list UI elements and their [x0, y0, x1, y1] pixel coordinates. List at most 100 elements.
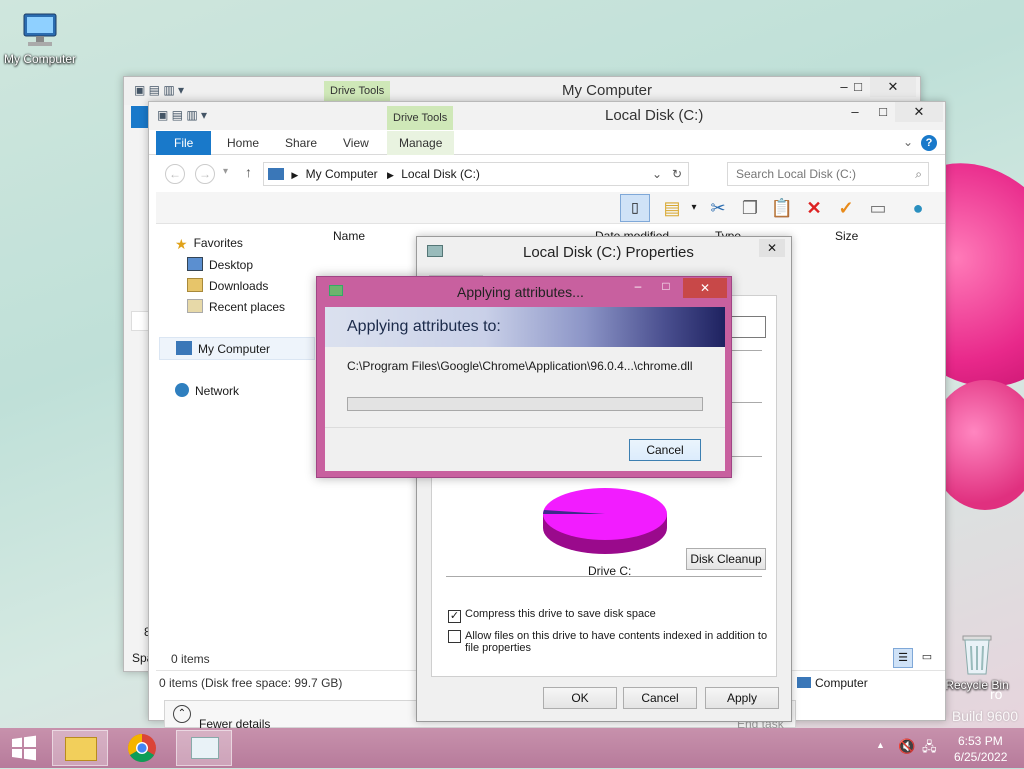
ok-button[interactable]: OK	[543, 687, 617, 709]
collapse-icon[interactable]: ⌃	[173, 705, 191, 723]
recent-locations-icon[interactable]: ▾	[223, 166, 228, 177]
qat-icons: ▣ ▤ ▥ ▾	[134, 83, 185, 97]
close-button[interactable]: ✕	[683, 278, 727, 298]
recycle-bin-icon	[962, 635, 992, 675]
search-box[interactable]: Search Local Disk (C:) ⌕	[727, 162, 929, 186]
tab-file[interactable]: File	[156, 131, 212, 155]
clock-date[interactable]: 6/25/2022	[954, 750, 1007, 764]
details-view-icon[interactable]: ☰	[893, 648, 913, 668]
show-hidden-icons-icon[interactable]: ▲	[876, 740, 885, 750]
nav-downloads[interactable]: Downloads	[187, 278, 268, 293]
cancel-button[interactable]: Cancel	[629, 439, 701, 461]
nav-favorites[interactable]: ★ Favorites	[175, 236, 243, 252]
expand-ribbon-icon[interactable]: ⌄	[903, 135, 913, 149]
refresh-icon[interactable]: ↻	[672, 163, 682, 185]
compress-checkbox-row[interactable]: ✓ Compress this drive to save disk space	[448, 608, 656, 623]
compress-checkbox[interactable]: ✓	[448, 610, 461, 623]
status-bar-text: 0 items (Disk free space: 99.7 GB)	[159, 676, 343, 690]
new-folder-icon[interactable]: ▭	[866, 196, 890, 220]
app-icon	[329, 285, 343, 296]
dialog-body: Applying attributes to: C:\Program Files…	[325, 307, 725, 471]
nav-my-computer[interactable]: My Computer	[159, 337, 315, 360]
dropdown-icon[interactable]: ▾	[682, 196, 706, 220]
tab-home[interactable]: Home	[215, 131, 271, 155]
search-input[interactable]: Search Local Disk (C:)	[736, 167, 856, 181]
cut-icon[interactable]: ✂	[706, 196, 730, 220]
preview-pane-icon[interactable]: ▯	[620, 194, 650, 222]
breadcrumb-local-disk[interactable]: Local Disk (C:)	[401, 167, 480, 181]
maximize-button[interactable]: □	[869, 102, 897, 122]
breadcrumb-sep-icon: ▶	[386, 170, 394, 180]
minimize-button[interactable]: –	[627, 279, 649, 293]
title-bar[interactable]: ▣ ▤ ▥ ▾ Drive Tools Local Disk (C:) – □ …	[149, 102, 945, 130]
network-icon	[175, 383, 189, 397]
taskbar-task-manager[interactable]	[176, 730, 232, 766]
index-checkbox[interactable]	[448, 630, 461, 643]
volume-muted-icon[interactable]: 🔇	[898, 738, 915, 755]
taskbar-chrome[interactable]	[114, 730, 170, 766]
minimize-button[interactable]: –	[841, 102, 869, 122]
qat-icons: ▣ ▤ ▥ ▾	[157, 108, 208, 122]
close-button[interactable]: ✕	[895, 102, 943, 122]
address-dropdown-icon[interactable]: ⌄	[652, 163, 662, 185]
tab-share[interactable]: Share	[273, 131, 329, 155]
nav-desktop[interactable]: Desktop	[187, 257, 253, 272]
status-computer: Computer	[797, 676, 868, 690]
breadcrumb-my-computer[interactable]: My Computer	[306, 167, 378, 181]
applying-attributes-dialog[interactable]: Applying attributes... – □ ✕ Applying at…	[316, 276, 732, 478]
back-icon[interactable]: ←	[165, 164, 185, 184]
tab-view[interactable]: View	[331, 131, 381, 155]
clock-time[interactable]: 6:53 PM	[958, 734, 1003, 748]
computer-icon	[797, 677, 811, 688]
dialog-title: Local Disk (C:) Properties	[523, 244, 694, 261]
maximize-icon[interactable]: □	[844, 77, 872, 97]
help-icon[interactable]: ?	[921, 135, 937, 151]
cancel-button[interactable]: Cancel	[623, 687, 697, 709]
nav-recent-places[interactable]: Recent places	[187, 299, 285, 314]
recent-places-icon	[187, 299, 203, 313]
paste-icon[interactable]: 📋	[770, 196, 794, 220]
header-text: Applying attributes to:	[347, 318, 501, 335]
apply-button[interactable]: Apply	[705, 687, 779, 709]
column-size[interactable]: Size	[835, 229, 858, 243]
column-name[interactable]: Name	[333, 229, 365, 243]
desktop-icon-recycle-bin[interactable]: Recycle Bin	[940, 630, 1014, 692]
address-bar[interactable]: ▶ My Computer ▶ Local Disk (C:) ⌄ ↻	[263, 162, 689, 186]
globe-icon[interactable]: ●	[906, 196, 930, 220]
properties-icon[interactable]: ▤	[660, 196, 684, 220]
disk-cleanup-button[interactable]: Disk Cleanup	[686, 548, 766, 570]
copy-icon[interactable]: ❐	[738, 196, 762, 220]
disk-pie-chart	[543, 488, 667, 554]
window-title: Local Disk (C:)	[605, 107, 704, 124]
title-bar[interactable]: Applying attributes... – □ ✕	[317, 277, 731, 305]
desktop-icon-my-computer[interactable]: My Computer	[0, 8, 80, 66]
network-icon[interactable]: 🖧	[922, 738, 937, 760]
tab-manage[interactable]: Manage	[387, 131, 455, 155]
progress-bar	[347, 397, 703, 411]
start-button[interactable]	[0, 730, 48, 766]
large-icons-view-icon[interactable]: ▭	[917, 648, 937, 668]
up-icon[interactable]: ↑	[245, 164, 252, 180]
close-button[interactable]: ✕	[759, 239, 785, 257]
nav-network[interactable]: Network	[175, 383, 239, 398]
computer-icon	[23, 13, 57, 46]
drive-tools-context-tab[interactable]: Drive Tools	[324, 81, 391, 101]
delete-icon[interactable]: ✕	[802, 196, 826, 220]
computer-icon	[176, 341, 192, 355]
drive-tools-context-tab[interactable]: Drive Tools	[387, 106, 454, 130]
maximize-button[interactable]: □	[655, 279, 677, 293]
close-button[interactable]: ✕	[870, 77, 916, 97]
file-path: C:\Program Files\Google\Chrome\Applicati…	[347, 359, 693, 373]
status-computer-label: Computer	[815, 676, 868, 690]
search-icon[interactable]: ⌕	[915, 163, 922, 185]
computer-icon	[268, 168, 284, 180]
index-checkbox-row[interactable]: Allow files on this drive to have conten…	[448, 630, 768, 654]
nav-label: Recent places	[209, 300, 286, 314]
rename-icon[interactable]: ✓	[834, 196, 858, 220]
taskbar-file-explorer[interactable]	[52, 730, 108, 766]
command-toolbar: ▯ ▤ ▾ ✂ ❐ 📋 ✕ ✓ ▭ ●	[156, 192, 945, 224]
compress-label: Compress this drive to save disk space	[465, 608, 656, 620]
build-watermark: Build 9600	[951, 708, 1018, 724]
forward-icon[interactable]: →	[195, 164, 215, 184]
items-count: 0 items	[171, 652, 210, 666]
